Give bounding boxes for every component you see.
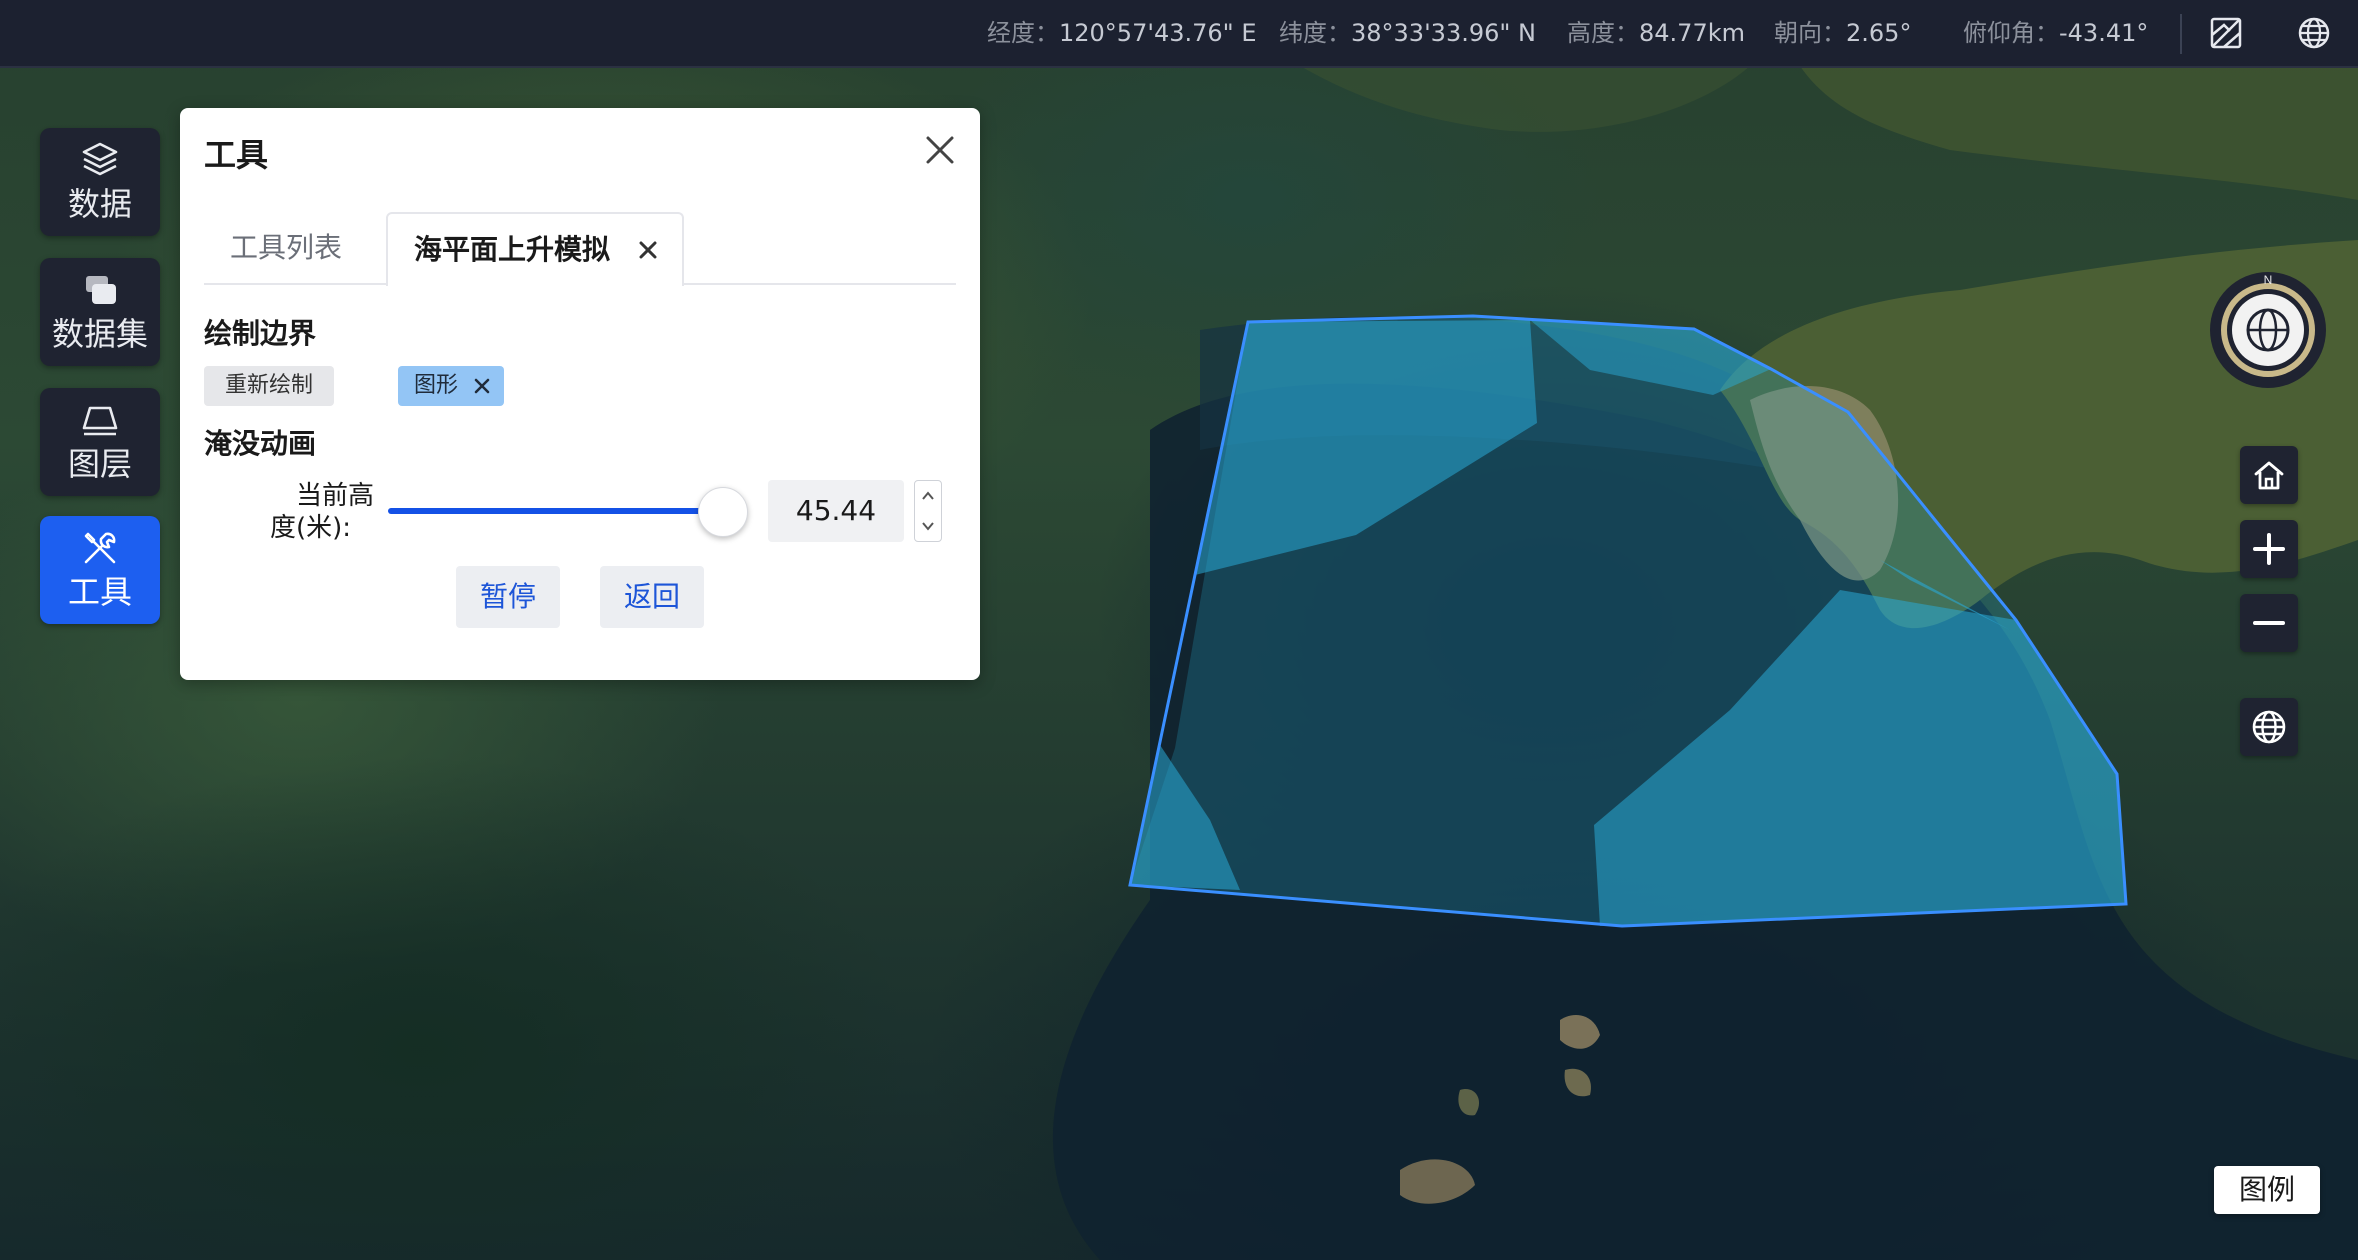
tab-sea-level-rise[interactable]: 海平面上升模拟 bbox=[386, 212, 684, 286]
globe-icon[interactable] bbox=[2296, 15, 2332, 51]
home-icon bbox=[2254, 461, 2284, 490]
status-divider bbox=[2180, 14, 2182, 54]
pitch-readout: 俯仰角-43.41° bbox=[1963, 0, 2148, 66]
tab-label: 海平面上升模拟 bbox=[414, 233, 611, 266]
height-slider-track[interactable] bbox=[388, 508, 724, 514]
heading-label: 朝向 bbox=[1774, 19, 1846, 47]
nav-item-dataset[interactable]: 数据集 bbox=[40, 258, 160, 366]
altitude-value: 84.77km bbox=[1639, 19, 1745, 47]
remove-shape-icon[interactable] bbox=[472, 376, 492, 396]
tool-panel: 工具 工具列表 海平面上升模拟 绘制边界 重新绘制 图形 淹没动画 当前高 度(… bbox=[180, 108, 980, 680]
nav-item-label: 图层 bbox=[67, 445, 132, 483]
shape-tag-label: 图形 bbox=[414, 373, 459, 398]
close-tab-icon[interactable] bbox=[636, 238, 660, 262]
draw-boundary-title: 绘制边界 bbox=[204, 317, 317, 350]
land-north bbox=[1300, 66, 1750, 132]
layers-icon bbox=[82, 142, 118, 176]
land-north bbox=[1800, 66, 2358, 200]
longitude-label: 经度 bbox=[987, 19, 1059, 47]
shape-tag: 图形 bbox=[398, 366, 504, 406]
nav-item-data[interactable]: 数据 bbox=[40, 128, 160, 236]
zoom-out-button[interactable] bbox=[2240, 594, 2298, 652]
height-stepper bbox=[914, 480, 942, 542]
tab-tool-list[interactable]: 工具列表 bbox=[230, 212, 342, 284]
altitude-label: 高度 bbox=[1567, 19, 1639, 47]
zoom-out-icon bbox=[2253, 621, 2285, 625]
current-height-label: 当前高 度(米): bbox=[204, 480, 374, 544]
nav-item-label: 数据 bbox=[67, 185, 132, 223]
height-input[interactable]: 45.44 bbox=[768, 480, 904, 542]
layer-plane-icon bbox=[82, 406, 118, 436]
dataset-icon bbox=[86, 276, 116, 304]
map-off-icon[interactable] bbox=[2208, 15, 2244, 51]
redraw-button[interactable]: 重新绘制 bbox=[204, 366, 334, 406]
home-button[interactable] bbox=[2240, 446, 2298, 504]
pause-button[interactable]: 暂停 bbox=[456, 566, 560, 628]
chevron-down-icon[interactable] bbox=[920, 519, 936, 533]
panel-title: 工具 bbox=[204, 136, 269, 174]
compass-north-letter: N bbox=[2264, 273, 2273, 287]
current-height-label-line1: 当前高 bbox=[295, 481, 374, 511]
current-height-label-line2: 度(米): bbox=[270, 513, 352, 543]
heading-value: 2.65° bbox=[1846, 19, 1912, 47]
compass[interactable]: N bbox=[2208, 270, 2328, 390]
pitch-label: 俯仰角 bbox=[1963, 19, 2059, 47]
latitude-value: 38°33'33.96" N bbox=[1351, 19, 1537, 47]
pitch-value: -43.41° bbox=[2059, 19, 2149, 47]
altitude-readout: 高度84.77km bbox=[1567, 0, 1745, 66]
nav-item-layers[interactable]: 图层 bbox=[40, 388, 160, 496]
legend-button[interactable]: 图例 bbox=[2214, 1166, 2320, 1214]
longitude-readout: 经度120°57'43.76" E bbox=[987, 0, 1256, 66]
globe-icon bbox=[2252, 710, 2286, 744]
nav-item-label: 工具 bbox=[67, 573, 132, 611]
globe-view-button[interactable] bbox=[2240, 698, 2298, 756]
zoom-in-icon bbox=[2253, 533, 2285, 565]
chevron-up-icon[interactable] bbox=[920, 489, 936, 503]
zoom-in-button[interactable] bbox=[2240, 520, 2298, 578]
latitude-label: 纬度 bbox=[1279, 19, 1351, 47]
heading-readout: 朝向2.65° bbox=[1774, 0, 1911, 66]
status-bar: 经度120°57'43.76" E 纬度38°33'33.96" N 高度84.… bbox=[0, 0, 2358, 68]
nav-item-tools[interactable]: 工具 bbox=[40, 516, 160, 624]
nav-item-label: 数据集 bbox=[51, 315, 148, 353]
flood-animation-title: 淹没动画 bbox=[204, 427, 317, 460]
longitude-value: 120°57'43.76" E bbox=[1059, 19, 1257, 47]
close-icon[interactable] bbox=[920, 130, 960, 170]
latitude-readout: 纬度38°33'33.96" N bbox=[1279, 0, 1536, 66]
back-button[interactable]: 返回 bbox=[600, 566, 704, 628]
tools-icon bbox=[84, 532, 116, 564]
height-slider-handle[interactable] bbox=[698, 487, 748, 537]
